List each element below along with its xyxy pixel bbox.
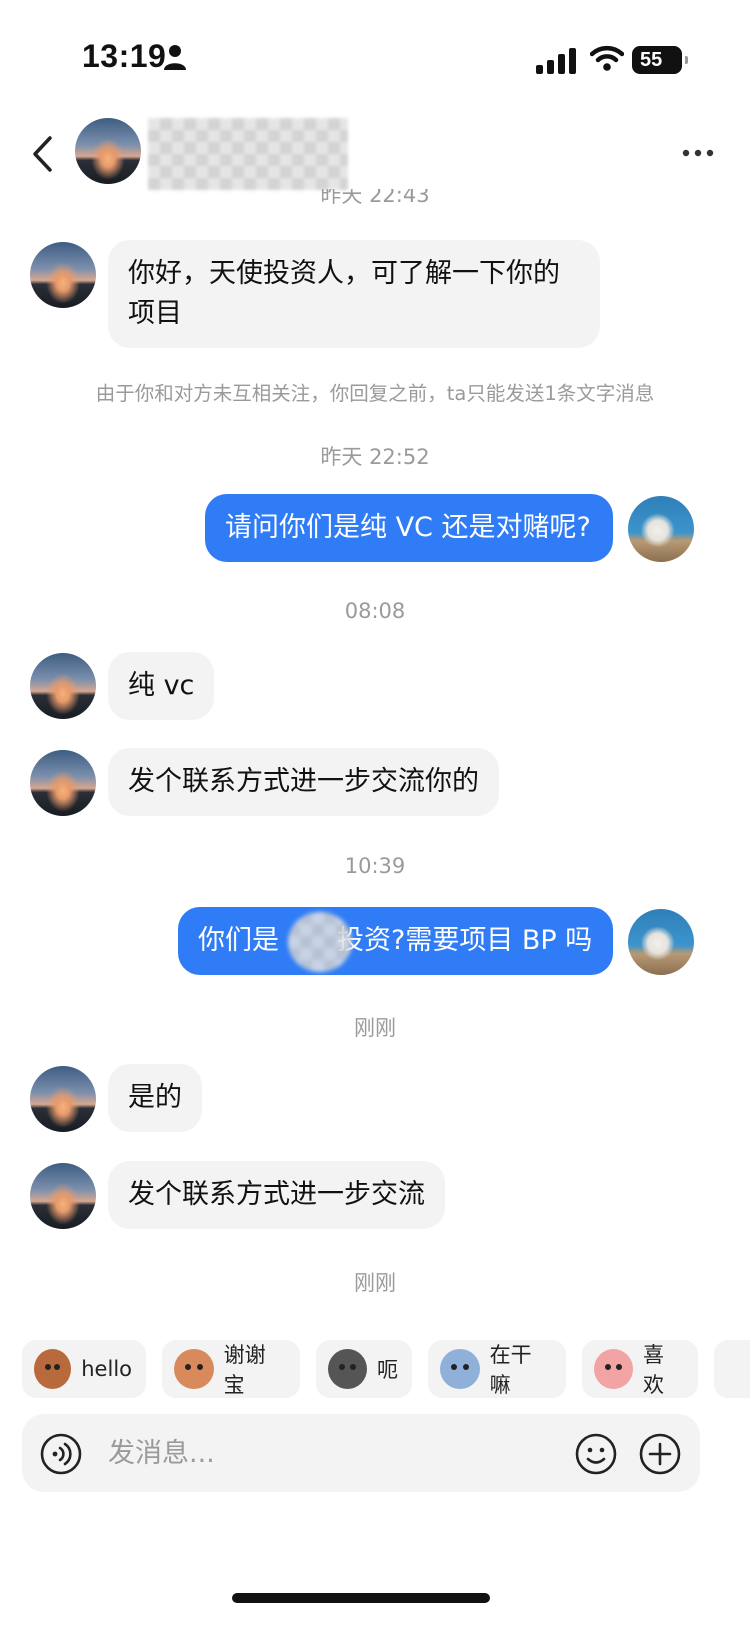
battery-indicator: 55 bbox=[632, 46, 688, 74]
quick-reply-label: 喜欢 bbox=[643, 1343, 665, 1397]
timestamp-text: 昨天 22:43 bbox=[320, 189, 430, 207]
quick-reply-label: 在干嘛 bbox=[489, 1343, 532, 1397]
contact-name-redacted bbox=[148, 118, 348, 190]
wifi-icon bbox=[590, 45, 624, 71]
my-avatar[interactable] bbox=[628, 909, 694, 975]
incoming-message[interactable]: 发个联系方式进一步交流你的 bbox=[108, 748, 499, 816]
redacted-word bbox=[288, 912, 352, 972]
add-attachment-icon[interactable] bbox=[639, 1433, 681, 1475]
battery-level: 55 bbox=[640, 48, 663, 71]
contact-avatar[interactable] bbox=[30, 1066, 96, 1132]
contact-avatar[interactable] bbox=[30, 653, 96, 719]
incoming-message[interactable]: 发个联系方式进一步交流 bbox=[108, 1161, 445, 1229]
quick-reply-like[interactable]: 喜欢 bbox=[582, 1340, 698, 1398]
contact-avatar[interactable] bbox=[30, 750, 96, 816]
my-avatar[interactable] bbox=[628, 496, 694, 562]
cat-sticker-icon bbox=[328, 1349, 367, 1389]
girl-sticker-icon bbox=[174, 1349, 214, 1389]
quick-reply-label: 谢谢宝 bbox=[223, 1343, 266, 1397]
timestamp: 08:08 bbox=[344, 599, 406, 623]
incoming-message[interactable]: 是的 bbox=[108, 1064, 202, 1132]
timestamp: 昨天 22:52 bbox=[320, 445, 430, 469]
outgoing-message[interactable]: 请问你们是纯 VC 还是对赌呢? bbox=[205, 494, 613, 562]
timestamp: 昨天 22:43 bbox=[0, 189, 750, 211]
quick-reply-uh[interactable]: 呃 bbox=[316, 1340, 412, 1398]
message-text-part: 你们是 bbox=[198, 925, 279, 956]
pig-sticker-icon bbox=[594, 1349, 634, 1389]
quick-reply-thanks[interactable]: 谢谢宝 bbox=[162, 1340, 300, 1398]
incoming-message[interactable]: 你好，天使投资人，可了解一下你的项目 bbox=[108, 240, 600, 348]
peek-sticker-icon bbox=[440, 1349, 480, 1389]
quick-reply-label: 呃 bbox=[377, 1358, 398, 1382]
more-options-icon[interactable] bbox=[682, 148, 714, 158]
voice-input-icon[interactable] bbox=[40, 1433, 82, 1475]
timestamp: 刚刚 bbox=[354, 1016, 396, 1040]
emoji-icon[interactable] bbox=[575, 1433, 617, 1475]
message-input[interactable] bbox=[108, 1432, 538, 1474]
contact-avatar[interactable] bbox=[75, 118, 141, 184]
back-chevron-icon[interactable] bbox=[30, 134, 54, 174]
timestamp: 10:39 bbox=[344, 854, 406, 878]
incoming-message[interactable]: 纯 vc bbox=[108, 652, 215, 720]
contact-avatar[interactable] bbox=[30, 242, 96, 308]
quick-reply-label: hello bbox=[81, 1357, 132, 1381]
cellular-signal-icon bbox=[536, 48, 576, 74]
contact-avatar[interactable] bbox=[30, 1163, 96, 1229]
follow-notice: 由于你和对方未互相关注，你回复之前，ta只能发送1条文字消息 bbox=[95, 382, 655, 405]
home-indicator[interactable] bbox=[232, 1593, 490, 1603]
quick-reply-overflow[interactable] bbox=[714, 1340, 750, 1398]
timestamp: 刚刚 bbox=[354, 1271, 396, 1295]
quick-reply-hello[interactable]: hello bbox=[22, 1340, 146, 1398]
person-icon bbox=[164, 45, 186, 70]
monkey-sticker-icon bbox=[34, 1349, 72, 1389]
quick-reply-what-doing[interactable]: 在干嘛 bbox=[428, 1340, 566, 1398]
status-time: 13:19 bbox=[82, 38, 167, 74]
message-text-part: 投资?需要项目 BP 吗 bbox=[337, 925, 593, 956]
outgoing-message[interactable]: 你们是 投资?需要项目 BP 吗 bbox=[178, 907, 613, 975]
